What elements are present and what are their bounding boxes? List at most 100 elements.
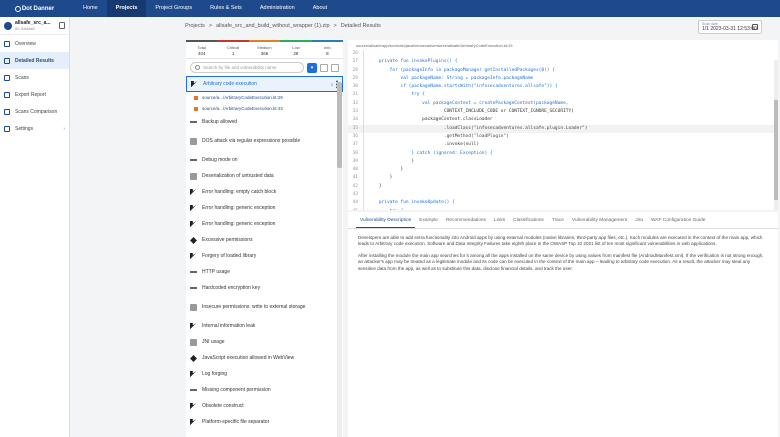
vulnerability-item[interactable]: Deserialization of untrusted data bbox=[186, 168, 343, 184]
vulnerability-item[interactable]: Error handling: empty catch block bbox=[186, 184, 343, 200]
copy-icon[interactable] bbox=[59, 22, 65, 29]
tab-vulnerability-description[interactable]: Vulnerability Description bbox=[356, 212, 416, 228]
category-icon bbox=[190, 287, 197, 289]
severity-info[interactable]: Info 8 bbox=[311, 40, 344, 58]
vulnerability-item[interactable]: Backup allowed bbox=[186, 114, 343, 130]
tab-jira[interactable]: Jira bbox=[631, 212, 647, 228]
severity-count: 1 bbox=[231, 51, 235, 56]
vulnerability-item[interactable]: Insecure permissions: write to external … bbox=[186, 296, 343, 318]
top-navigation: Dot Danner Home Projects Project Groups Rul… bbox=[0, 0, 780, 17]
severity-count: 404 bbox=[197, 51, 206, 56]
sidebar-item-overview[interactable]: Overview bbox=[0, 35, 69, 52]
category-icon bbox=[190, 402, 197, 410]
vulnerability-item[interactable]: Internal information leak bbox=[186, 318, 343, 334]
nav-item-rules-sets[interactable]: Rules & Sets bbox=[201, 0, 251, 17]
code-scrollbar[interactable] bbox=[774, 60, 778, 210]
nav-item-home[interactable]: Home bbox=[74, 0, 107, 17]
line-number: 30 bbox=[348, 83, 364, 92]
severity-medium[interactable]: Medium 366 bbox=[248, 40, 281, 58]
vulnerability-item[interactable]: Missing component permission bbox=[186, 382, 343, 398]
line-number: 36 bbox=[348, 132, 364, 142]
tab-waf-configuration-guide[interactable]: WAF Configuration Guide bbox=[647, 212, 709, 228]
collapse-icon[interactable] bbox=[320, 63, 328, 72]
vulnerability-item[interactable]: Error handling: generic exception bbox=[186, 216, 343, 232]
vulnerability-location[interactable]: source/a.../ArbitraryCodeExecution.kt:29 bbox=[186, 92, 343, 103]
vulnerability-item[interactable]: Platform-specific file separator bbox=[186, 414, 343, 430]
severity-low[interactable]: Low 28 bbox=[280, 40, 312, 58]
details-tabs: Vulnerability Description Example Recommen… bbox=[348, 212, 778, 229]
tab-recommendations[interactable]: Recommendations bbox=[442, 212, 490, 228]
line-number: 44 bbox=[348, 199, 364, 208]
vulnerability-item[interactable]: Log forging bbox=[186, 366, 343, 382]
filter-dropdown-button[interactable]: ▾ bbox=[307, 62, 317, 73]
category-icon bbox=[190, 188, 197, 196]
vulnerability-item[interactable]: JNI usage bbox=[186, 334, 343, 350]
tab-vulnerability-management[interactable]: Vulnerability Management bbox=[568, 212, 631, 228]
code-text: val packageContext = createPackageContex… bbox=[368, 100, 569, 106]
code-file-path: source/allsafe/app/src/main/java/infosec… bbox=[356, 43, 513, 48]
compare-icon bbox=[4, 108, 10, 115]
nav-item-project-groups[interactable]: Project Groups bbox=[146, 0, 201, 17]
list-scrollbar[interactable] bbox=[337, 82, 342, 437]
tab-trace[interactable]: Trace bbox=[548, 212, 568, 228]
code-text: CONTEXT_INCLUDE_CODE or CONTEXT_IGNORE_S… bbox=[368, 109, 574, 115]
line-number: 42 bbox=[348, 182, 364, 192]
vulnerability-list: Arbitrary code execution 2 source/a.../Arb… bbox=[186, 76, 343, 436]
line-number: 38 bbox=[348, 149, 364, 158]
severity-label: Total bbox=[197, 45, 206, 50]
code-text: } bbox=[368, 167, 404, 173]
list-scroll-thumb[interactable] bbox=[337, 82, 342, 168]
vulnerability-panel: Total 404 Critical 1 Medium 366 Low 28 Info 8 Sea… bbox=[186, 40, 344, 437]
breadcrumb-item[interactable]: allsafe_src_and_build_without_wrapper (1… bbox=[216, 23, 329, 29]
vulnerability-item[interactable]: Excessive permissions bbox=[186, 232, 343, 248]
sidebar-item-label: Overview bbox=[15, 40, 36, 47]
vulnerability-item[interactable]: Hardcoded encryption key bbox=[186, 280, 343, 296]
vulnerability-item[interactable]: Forgery of loaded library bbox=[186, 248, 343, 264]
vulnerability-location[interactable]: source/a.../ArbitraryCodeExecution.kt:43 bbox=[186, 103, 343, 114]
code-text: } bbox=[368, 175, 393, 181]
vulnerability-item[interactable]: Debug mode on bbox=[186, 152, 343, 168]
severity-critical[interactable]: Critical 1 bbox=[217, 40, 249, 58]
code-line: 27 private fun invokePlugins() { bbox=[348, 58, 778, 67]
tab-links[interactable]: Links bbox=[490, 212, 509, 228]
search-input[interactable]: Search by file and vulnerability name bbox=[190, 62, 304, 73]
code-scroll-thumb[interactable] bbox=[774, 100, 778, 200]
category-icon bbox=[190, 159, 197, 161]
category-icon bbox=[190, 354, 197, 362]
vulnerability-item[interactable]: Obsolete construct bbox=[186, 398, 343, 414]
code-line: 33 CONTEXT_INCLUDE_CODE or CONTEXT_IGNOR… bbox=[348, 108, 778, 117]
code-line: 29 val packageName: String = packageInfo… bbox=[348, 74, 778, 84]
line-number: 39 bbox=[348, 157, 364, 167]
sidebar-item-detailed-results[interactable]: Detailed Results bbox=[0, 52, 69, 69]
sidebar-item-scans-comparison[interactable]: Scans Comparison bbox=[0, 103, 69, 120]
category-icon bbox=[190, 220, 197, 228]
vulnerability-item[interactable]: HTTP usage bbox=[186, 264, 343, 280]
breadcrumb-item[interactable]: Projects bbox=[185, 23, 205, 29]
code-line: 28 for (packageInfo in packageManager.ge… bbox=[348, 66, 778, 75]
severity-count: 366 bbox=[260, 51, 269, 56]
vulnerability-item[interactable]: Error handling: generic exception bbox=[186, 200, 343, 216]
category-icon bbox=[190, 370, 197, 378]
code-text: .getMethod("loadPlugin") bbox=[368, 133, 509, 139]
nav-item-administration[interactable]: Administration bbox=[251, 0, 304, 17]
sidebar-item-label: Export Report bbox=[15, 91, 46, 98]
vulnerability-item[interactable]: Arbitrary code execution 2 bbox=[186, 76, 343, 92]
sidebar-item-scans[interactable]: Scans bbox=[0, 69, 69, 86]
vulnerability-item[interactable]: JavaScript execution allowed in WebView bbox=[186, 350, 343, 366]
group-icon[interactable] bbox=[331, 63, 339, 72]
tab-classifications[interactable]: Classifications bbox=[509, 212, 548, 228]
sidebar-item-label: Scans Comparison bbox=[15, 108, 58, 115]
nav-item-about[interactable]: About bbox=[304, 0, 336, 17]
vulnerability-name: Log forging bbox=[202, 370, 228, 377]
severity-total[interactable]: Total 404 bbox=[186, 40, 218, 58]
brand-logo[interactable]: Dot Danner bbox=[0, 0, 68, 17]
line-number: 41 bbox=[348, 174, 364, 183]
code-line: 34 packageContext.classLoader bbox=[348, 116, 778, 125]
sidebar-item-export-report[interactable]: Export Report bbox=[0, 86, 69, 103]
sidebar-item-settings[interactable]: Settings › bbox=[0, 120, 69, 137]
nav-item-projects[interactable]: Projects bbox=[106, 0, 147, 17]
tab-example[interactable]: Example bbox=[415, 212, 442, 228]
severity-label: Low bbox=[292, 45, 300, 50]
scan-date-picker[interactable]: Scan date 1/1 2023-03-31 12:53:00 bbox=[698, 20, 762, 34]
vulnerability-item[interactable]: DOS attack via regular expressions possi… bbox=[186, 130, 343, 152]
